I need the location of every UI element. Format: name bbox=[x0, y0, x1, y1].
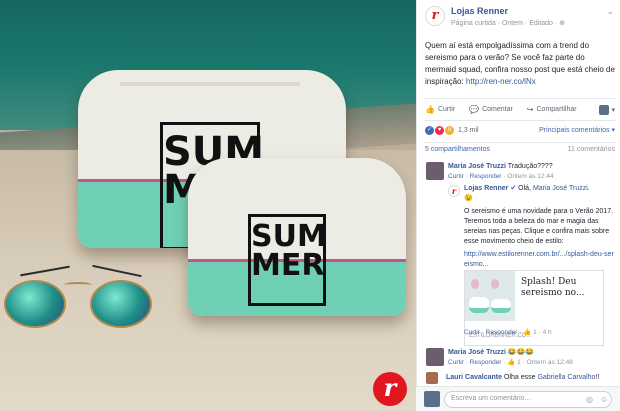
post-text: Quem aí está empolgadíssima com a trend … bbox=[425, 40, 615, 88]
comment-icon: 💬 bbox=[469, 105, 480, 114]
link-preview-thumbnail bbox=[465, 271, 515, 321]
post-photo[interactable]: SUM MER SUM MER r bbox=[0, 0, 416, 411]
comment-reply-link[interactable]: Responder bbox=[486, 329, 518, 336]
share-label: Compartilhar bbox=[536, 106, 577, 113]
thumb-earring bbox=[491, 279, 499, 289]
user-avatar bbox=[599, 104, 610, 115]
laughing-emojis: 😂😂😂 bbox=[507, 349, 535, 356]
page-avatar[interactable]: r bbox=[448, 185, 460, 197]
comment-text: Olha esse bbox=[503, 374, 538, 381]
wow-reaction-icon: o bbox=[445, 125, 454, 135]
comment-author[interactable]: Maria José Truzzi bbox=[448, 349, 506, 356]
comment-reply-link[interactable]: Responder bbox=[470, 359, 502, 366]
comment-label: Comentar bbox=[482, 106, 513, 113]
thumbs-up-icon: 👍 bbox=[425, 105, 435, 114]
comment-like-link[interactable]: Curtir bbox=[448, 359, 464, 366]
comment-text-suffix: . bbox=[587, 185, 590, 192]
comment-like-link[interactable]: Curtir bbox=[448, 173, 464, 180]
comment-like-count[interactable]: 1 bbox=[533, 329, 537, 336]
post-meta-text: Página curtida · Ontem · Editado · bbox=[451, 20, 558, 27]
like-reaction-icon: ✓ bbox=[425, 125, 434, 135]
comment-composer: Escreva um comentário... ◎ ☺ bbox=[416, 386, 620, 411]
reactions-count[interactable]: 1,3 mil bbox=[458, 127, 479, 134]
link-preview-title: Splash! Deu sereismo no... bbox=[521, 277, 585, 298]
thumb-bag bbox=[491, 299, 511, 313]
comment-author[interactable]: Maria José Truzzi bbox=[448, 163, 506, 170]
reply-comment: Lojas Renner ✔ Olá, Maria José Truzzi. 😉… bbox=[464, 184, 614, 270]
facebook-photo-viewer: SUM MER SUM MER r r Lojas Renner bbox=[0, 0, 620, 411]
globe-icon: ⊕ bbox=[559, 20, 566, 27]
renner-logo-watermark: r bbox=[373, 372, 407, 406]
page-avatar[interactable]: r bbox=[425, 6, 445, 26]
emoji-icon[interactable]: ☺ bbox=[600, 395, 608, 404]
post-as-selector[interactable]: ▾ bbox=[599, 104, 615, 115]
like-reaction-icon: 👍 bbox=[507, 359, 516, 366]
comment-like-count[interactable]: 1 bbox=[517, 359, 521, 366]
summer-label: SUM MER bbox=[248, 214, 327, 306]
post-meta: Página curtida · Ontem · Editado · ⊕ bbox=[451, 19, 565, 27]
avatar[interactable] bbox=[426, 372, 438, 384]
counts-row: 5 compartilhamentos 11 comentários bbox=[425, 142, 615, 153]
comment-3: Maria José Truzzi 😂😂😂 Curtir · Responder… bbox=[448, 348, 612, 368]
reactions-summary: ✓ ♥ o 1,3 mil Principais comentários ▾ bbox=[425, 120, 615, 136]
thumb-bag bbox=[469, 297, 489, 313]
comment-reply-link[interactable]: Responder bbox=[470, 173, 502, 180]
wink-emoji: 😉 bbox=[464, 195, 473, 202]
comment-time[interactable]: Ontem às 12:48 bbox=[527, 359, 573, 366]
comment-tools: Curtir · Responder · 👍 1 · Ontem às 12:4… bbox=[448, 359, 573, 366]
camera-icon[interactable]: ◎ bbox=[586, 395, 593, 404]
chevron-down-icon: ▾ bbox=[611, 106, 615, 114]
sunglasses-lens-right bbox=[90, 280, 152, 328]
like-label: Curtir bbox=[437, 106, 456, 113]
comment-tools: Curtir · Responder · Ontem às 12:44 bbox=[448, 173, 554, 180]
comment-text: Tradução???? bbox=[507, 163, 553, 170]
mention-link[interactable]: Maria José Truzzi bbox=[533, 185, 588, 192]
mention-link[interactable]: Gabriella Carvalho bbox=[537, 374, 595, 381]
comment-author[interactable]: Lauri Cavalcante bbox=[446, 374, 502, 381]
sunglasses-lens-left bbox=[4, 280, 66, 328]
summer-label-line2: MER bbox=[251, 247, 325, 283]
post-link[interactable]: http://ren-ner.co/lNx bbox=[466, 77, 536, 86]
share-icon: ↪ bbox=[526, 105, 534, 114]
like-button[interactable]: 👍 Curtir bbox=[425, 105, 455, 114]
sunglasses bbox=[2, 264, 158, 328]
sunglasses-temple bbox=[20, 265, 70, 277]
comments-count[interactable]: 11 comentários bbox=[568, 146, 615, 153]
check-icon: ✔ bbox=[510, 185, 517, 192]
sunglasses-bridge bbox=[64, 282, 92, 288]
comment-4: Lauri Cavalcante Olha esse Gabriella Car… bbox=[446, 373, 614, 383]
comment-text-suffix: !! bbox=[595, 374, 600, 381]
post-actions: 👍 Curtir 💬 Comentar ↪ Compartilhar ▾ bbox=[425, 98, 615, 116]
bag-zipper bbox=[120, 82, 300, 86]
comment-1: Maria José Truzzi Tradução???? Curtir · … bbox=[448, 162, 612, 182]
love-reaction-icon: ♥ bbox=[435, 125, 444, 135]
comment-text-prefix: Olá, bbox=[518, 185, 533, 192]
reply-url-link[interactable]: http://www.estilorenner.com.br/.../splas… bbox=[464, 250, 614, 270]
thumb-earring bbox=[471, 279, 479, 289]
comment-like-link[interactable]: Curtir bbox=[464, 329, 480, 336]
comment-button[interactable]: 💬 Comentar bbox=[469, 105, 513, 114]
avatar[interactable] bbox=[426, 162, 444, 180]
comment-time[interactable]: 4 h bbox=[543, 329, 552, 336]
share-button[interactable]: ↪ Compartilhar bbox=[527, 105, 577, 114]
post-options-chevron-icon[interactable]: ⌄ bbox=[606, 6, 614, 17]
like-reaction-icon: 👍 bbox=[523, 329, 532, 336]
comment-time[interactable]: Ontem às 12:44 bbox=[507, 173, 553, 180]
reply-tools: Curtir · Responder · 👍 1 · 4 h bbox=[464, 329, 552, 336]
current-user-avatar bbox=[424, 391, 440, 407]
comment-sort-dropdown[interactable]: Principais comentários ▾ bbox=[539, 126, 615, 134]
avatar[interactable] bbox=[426, 348, 444, 366]
comment-author[interactable]: Lojas Renner bbox=[464, 185, 508, 192]
shares-count[interactable]: 5 compartilhamentos bbox=[425, 146, 490, 153]
small-cosmetic-bag: SUM MER bbox=[188, 158, 406, 316]
reply-body: O sereismo é uma novidade para o Verão 2… bbox=[464, 208, 614, 245]
